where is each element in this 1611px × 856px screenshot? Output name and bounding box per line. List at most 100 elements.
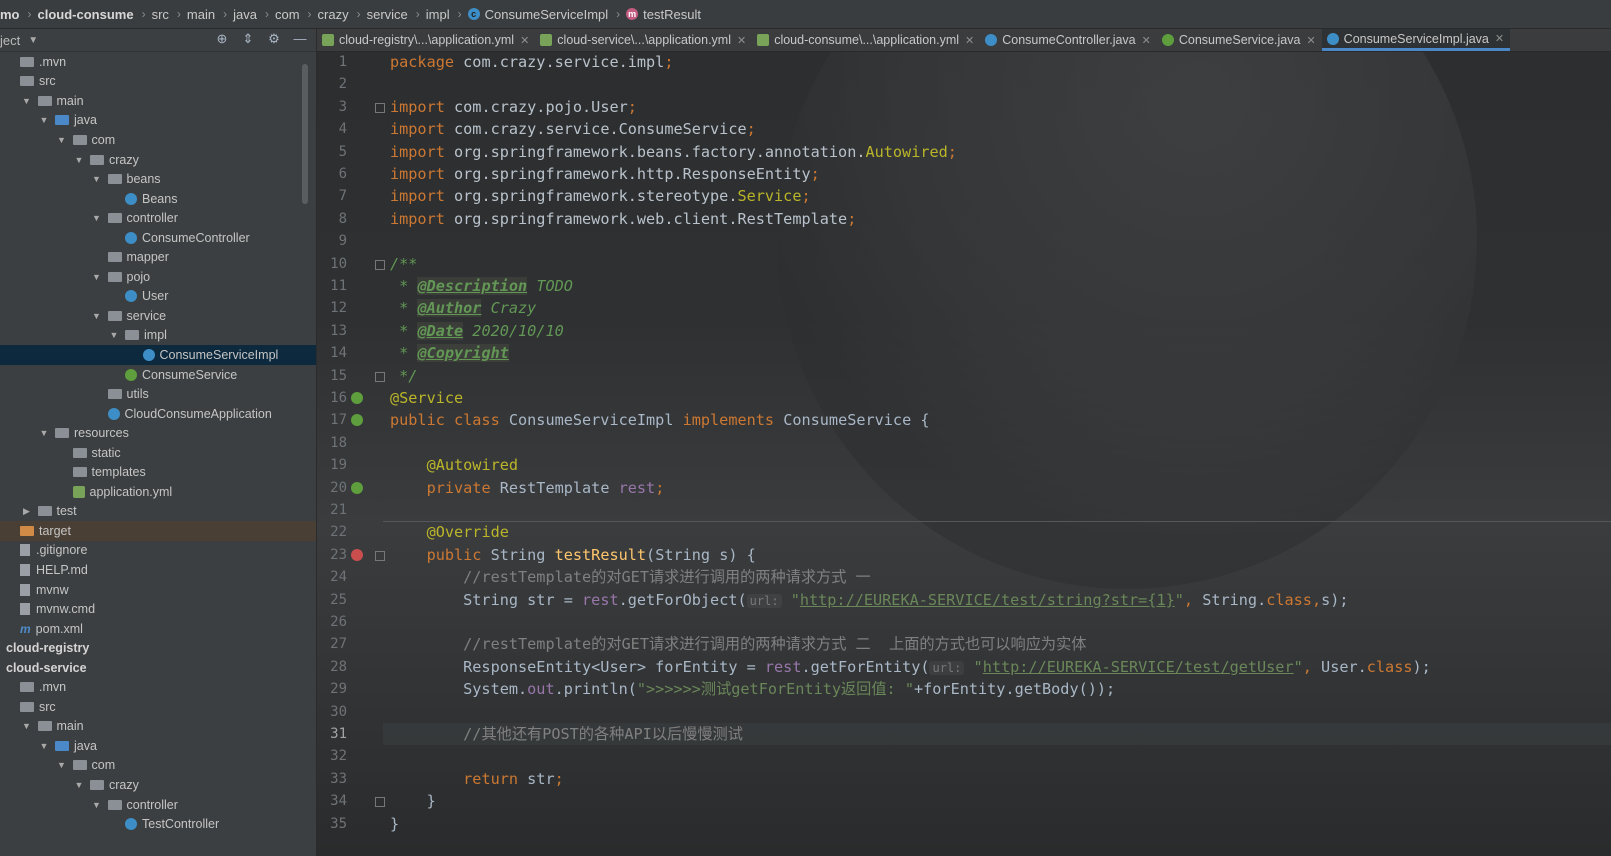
tree-item[interactable]: ConsumeController — [0, 228, 316, 248]
editor-tab[interactable]: cloud-consume\...\application.yml ✕ — [752, 29, 980, 51]
code-line[interactable]: //restTemplate的对GET请求进行调用的两种请求方式 二 上面的方式… — [390, 633, 1086, 655]
collapse-all-icon[interactable]: ⇕ — [240, 31, 256, 47]
tree-item[interactable]: ▼ java — [0, 736, 316, 756]
tree-item[interactable]: ConsumeService — [0, 365, 316, 385]
code-line[interactable]: import com.crazy.pojo.User; — [390, 96, 637, 118]
code-line[interactable]: * @Date 2020/10/10 — [390, 320, 564, 342]
locate-icon[interactable]: ⊕ — [214, 31, 230, 47]
tree-item[interactable]: ▼ crazy — [0, 775, 316, 795]
tree-item[interactable]: ▶ test — [0, 502, 316, 522]
code-line[interactable]: * @Author Crazy — [390, 297, 536, 319]
tree-scrollbar[interactable] — [302, 64, 308, 204]
close-icon[interactable]: ✕ — [1142, 34, 1151, 47]
expand-arrow-icon[interactable]: ▼ — [39, 115, 49, 125]
spring-bean-icon[interactable] — [351, 481, 363, 494]
editor-tab[interactable]: cloud-registry\...\application.yml ✕ — [317, 29, 535, 51]
expand-arrow-icon[interactable]: ▼ — [39, 428, 49, 438]
code-line[interactable]: public class ConsumeServiceImpl implemen… — [390, 409, 930, 431]
code-line[interactable]: import org.springframework.beans.factory… — [390, 141, 957, 163]
code-line[interactable]: @Autowired — [390, 454, 518, 476]
code-line[interactable]: package com.crazy.service.impl; — [390, 51, 673, 73]
breadcrumb-item[interactable]: mo — [0, 7, 24, 22]
tree-item[interactable]: templates — [0, 462, 316, 482]
code-line[interactable]: @Override — [390, 521, 509, 543]
expand-arrow-icon[interactable]: ▼ — [92, 272, 102, 282]
tree-item[interactable]: HELP.md — [0, 560, 316, 580]
chevron-down-icon[interactable]: ▼ — [28, 35, 38, 46]
tree-item[interactable]: mvnw — [0, 580, 316, 600]
tree-item[interactable]: utils — [0, 384, 316, 404]
editor-tab[interactable]: ConsumeService.java ✕ — [1157, 29, 1322, 51]
editor-tab[interactable]: ConsumeServiceImpl.java ✕ — [1321, 29, 1511, 51]
code-line[interactable]: */ — [390, 365, 417, 387]
code-line[interactable]: String str = rest.getForObject(url: "htt… — [390, 589, 1348, 611]
breadcrumb-item[interactable]: service — [367, 7, 412, 22]
close-icon[interactable]: ✕ — [1495, 32, 1504, 45]
tree-item[interactable]: ConsumeServiceImpl — [0, 345, 316, 365]
expand-arrow-icon[interactable]: ▼ — [39, 741, 49, 751]
fold-icon[interactable] — [375, 371, 385, 382]
code-line[interactable]: import org.springframework.http.Response… — [390, 163, 820, 185]
tree-item[interactable]: mapper — [0, 247, 316, 267]
tree-item[interactable]: TestController — [0, 814, 316, 834]
close-icon[interactable]: ✕ — [1306, 34, 1315, 47]
tree-item[interactable]: .gitignore — [0, 541, 316, 561]
code-line[interactable]: System.out.println(">>>>>>测试getForEntity… — [390, 678, 1115, 700]
code-line[interactable]: } — [390, 790, 436, 812]
tree-item[interactable]: ▼ pojo — [0, 267, 316, 287]
tree-item[interactable]: User — [0, 287, 316, 307]
close-icon[interactable]: ✕ — [520, 34, 529, 47]
tree-item[interactable]: ▼ service — [0, 306, 316, 326]
tree-item[interactable]: ▼ java — [0, 111, 316, 131]
override-icon[interactable] — [351, 548, 363, 561]
breadcrumb-item[interactable]: src — [152, 7, 173, 22]
tree-item[interactable]: ▼ resources — [0, 423, 316, 443]
tree-item[interactable]: ▼ controller — [0, 208, 316, 228]
code-line[interactable]: @Service — [390, 387, 463, 409]
code-line[interactable]: * @Description TODO — [390, 275, 573, 297]
tree-item[interactable]: application.yml — [0, 482, 316, 502]
breadcrumb-item[interactable]: main — [187, 7, 219, 22]
code-line[interactable]: /** — [390, 253, 417, 275]
tree-item[interactable]: ▼ main — [0, 91, 316, 111]
editor-tab[interactable]: ConsumeController.java ✕ — [980, 29, 1157, 51]
close-icon[interactable]: ✕ — [965, 34, 974, 47]
fold-icon[interactable] — [375, 550, 385, 561]
tree-item[interactable]: Beans — [0, 189, 316, 209]
editor-tab[interactable]: cloud-service\...\application.yml ✕ — [535, 29, 752, 51]
expand-arrow-icon[interactable]: ▼ — [109, 330, 119, 340]
code-line[interactable]: public String testResult(String s) { — [390, 544, 756, 566]
breadcrumb-item[interactable]: impl — [426, 7, 454, 22]
tree-item[interactable]: ▼ beans — [0, 169, 316, 189]
close-icon[interactable]: ✕ — [737, 34, 746, 47]
code-line[interactable]: ResponseEntity<User> forEntity = rest.ge… — [390, 656, 1431, 678]
tree-item[interactable]: src — [0, 72, 316, 92]
minimize-icon[interactable]: — — [292, 31, 308, 47]
tree-item[interactable]: static — [0, 443, 316, 463]
code-line[interactable]: //其他还有POST的各种API以后慢慢测试 — [390, 723, 743, 745]
expand-arrow-icon[interactable]: ▼ — [92, 800, 102, 810]
gear-icon[interactable]: ⚙ — [266, 31, 282, 47]
tree-item[interactable]: .mvn — [0, 52, 316, 72]
tree-item[interactable]: target — [0, 521, 316, 541]
expand-arrow-icon[interactable]: ▼ — [92, 311, 102, 321]
tree-item[interactable]: ▼ crazy — [0, 150, 316, 170]
expand-arrow-icon[interactable]: ▼ — [92, 174, 102, 184]
tree-item[interactable]: ▼ controller — [0, 795, 316, 815]
expand-arrow-icon[interactable]: ▼ — [74, 780, 84, 790]
spring-bean-icon[interactable] — [351, 392, 363, 404]
fold-icon[interactable] — [375, 102, 385, 113]
fold-icon[interactable] — [375, 797, 385, 808]
tree-item[interactable]: ▼ com — [0, 130, 316, 150]
code-line[interactable]: } — [390, 813, 399, 835]
breadcrumb-item[interactable]: crazy — [318, 7, 353, 22]
tree-item[interactable]: .mvn — [0, 678, 316, 698]
tree-item[interactable]: ▼ impl — [0, 326, 316, 346]
breadcrumb-item[interactable]: java — [233, 7, 261, 22]
tree-item[interactable]: cloud-registry — [0, 638, 316, 658]
code-line[interactable]: //restTemplate的对GET请求进行调用的两种请求方式 一 — [390, 566, 871, 588]
spring-bean-icon[interactable] — [351, 414, 363, 427]
tree-item[interactable]: ▼ com — [0, 756, 316, 776]
expand-arrow-icon[interactable]: ▼ — [74, 155, 84, 165]
project-panel-title[interactable]: ject — [0, 33, 20, 48]
